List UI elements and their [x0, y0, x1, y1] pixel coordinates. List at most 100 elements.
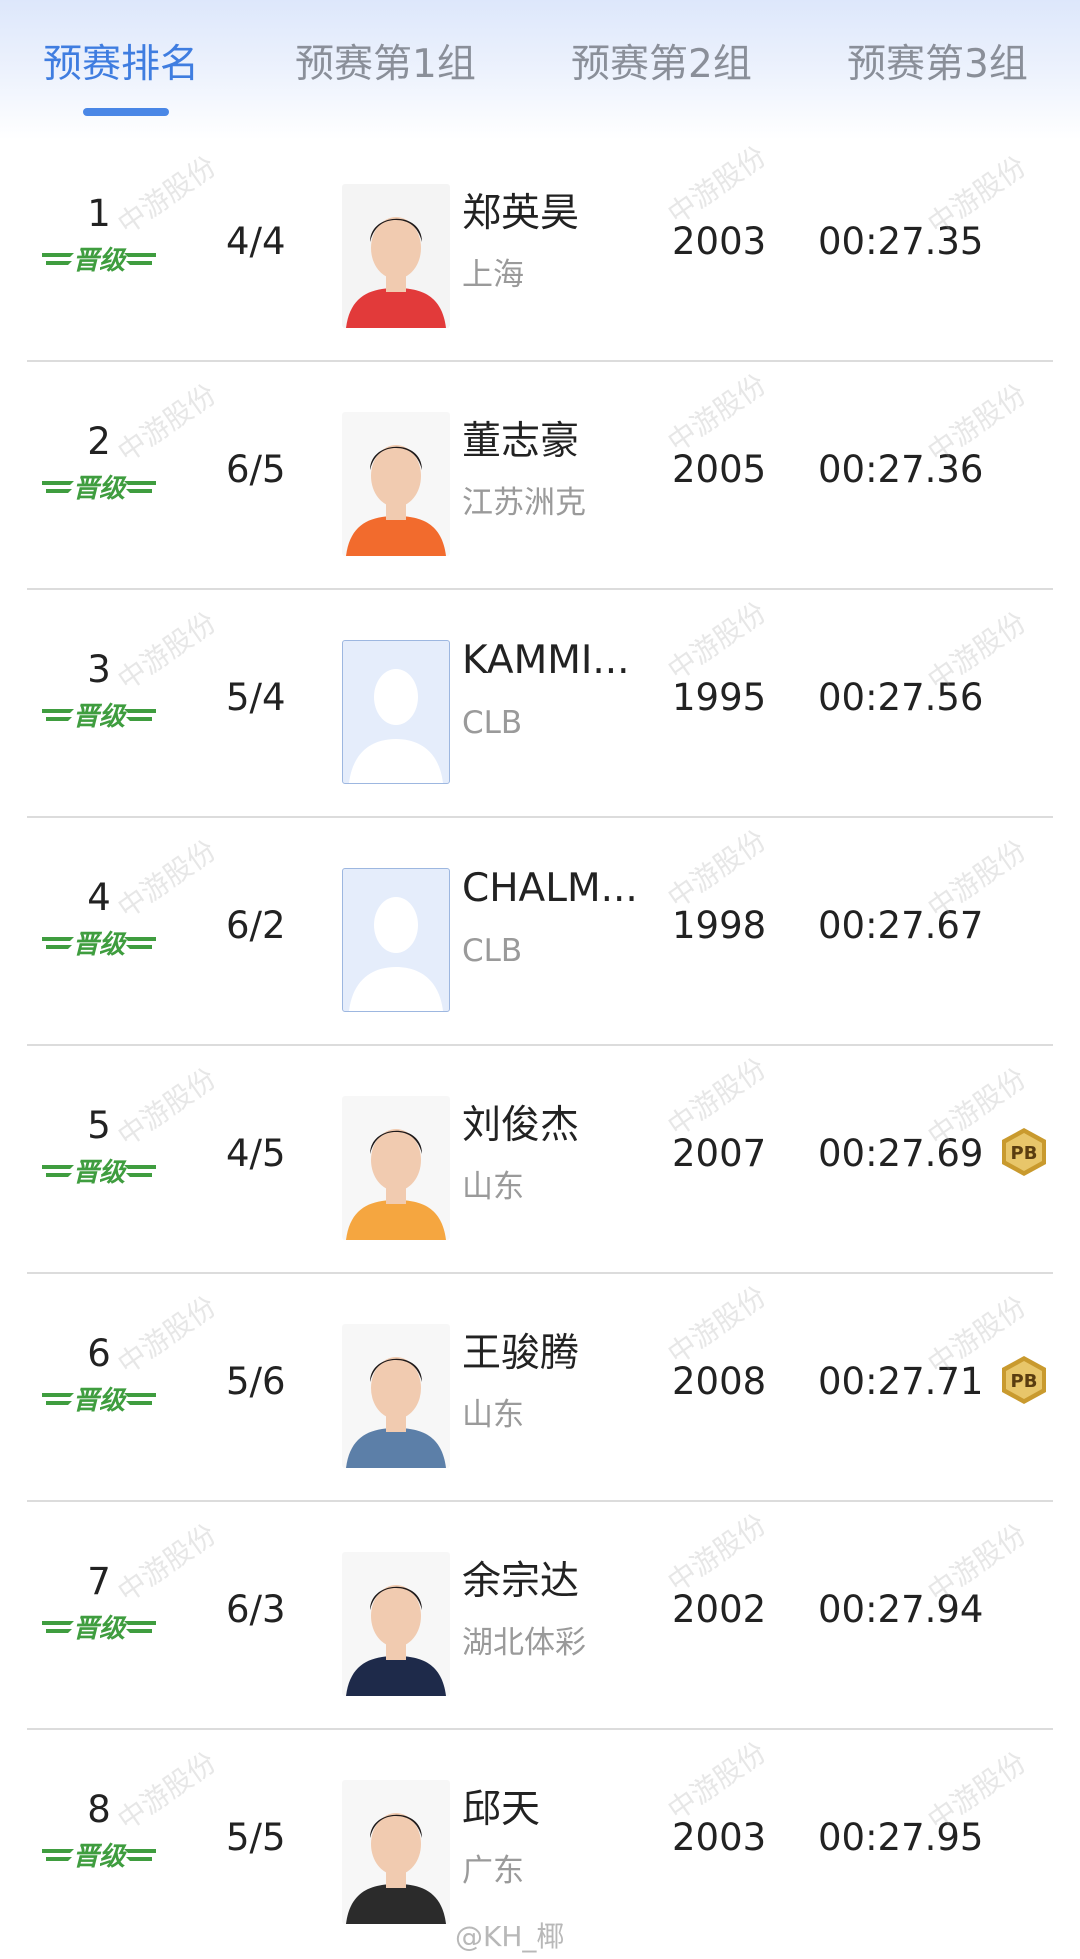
- race-time: 00:27.95: [818, 1816, 984, 1859]
- rank-number: 1: [87, 192, 111, 235]
- result-row[interactable]: 1 晋级 4/4 郑英昊 上海 2003 00:27.35 中游股份 中游股份 …: [0, 134, 1080, 362]
- watermark: 中游股份: [661, 367, 773, 459]
- athlete-name[interactable]: KAMMI...: [462, 638, 640, 683]
- athlete-team: 山东: [462, 1169, 524, 1205]
- result-row[interactable]: 2 晋级 6/5 董志豪 江苏洲克 2005 00:27.36 中游股份 中游股…: [0, 362, 1080, 590]
- qualified-label: 晋级: [73, 246, 127, 276]
- race-time: 00:27.71: [818, 1360, 984, 1403]
- rank-number: 3: [87, 648, 111, 691]
- birth-year: 2003: [672, 1816, 767, 1859]
- watermark: 中游股份: [661, 1279, 773, 1371]
- active-tab-indicator: [83, 108, 169, 116]
- athlete-photo[interactable]: [342, 1780, 450, 1924]
- qualified-badge: 晋级: [40, 695, 158, 735]
- qualified-label: 晋级: [73, 930, 127, 960]
- rank-number: 7: [87, 1560, 111, 1603]
- qualified-badge: 晋级: [40, 1607, 158, 1647]
- athlete-photo[interactable]: [342, 412, 450, 556]
- rank-number: 6: [87, 1332, 111, 1375]
- heat-lane: 4/4: [226, 220, 286, 263]
- athlete-team: 江苏洲克: [462, 485, 586, 521]
- athlete-team: 广东: [462, 1853, 524, 1889]
- rank-number: 8: [87, 1788, 111, 1831]
- athlete-photo[interactable]: [342, 1552, 450, 1696]
- birth-year: 1998: [672, 904, 767, 947]
- heat-lane: 4/5: [226, 1132, 286, 1175]
- watermark: 中游股份: [661, 1507, 773, 1599]
- avatar-placeholder[interactable]: [342, 640, 450, 784]
- heat-lane: 6/5: [226, 448, 286, 491]
- tab-heats-ranking[interactable]: 预赛排名: [43, 40, 199, 90]
- athlete-team: CLB: [462, 933, 523, 969]
- qualified-label: 晋级: [73, 1386, 127, 1416]
- personal-best-badge: PB: [998, 1354, 1050, 1406]
- athlete-photo[interactable]: [342, 1324, 450, 1468]
- tab-bar: 预赛排名 预赛第1组 预赛第2组 预赛第3组: [0, 0, 1080, 140]
- watermark: 中游股份: [111, 149, 223, 241]
- heat-lane: 5/6: [226, 1360, 286, 1403]
- race-time: 00:27.67: [818, 904, 984, 947]
- birth-year: 2003: [672, 220, 767, 263]
- heat-lane: 5/4: [226, 676, 286, 719]
- qualified-badge: 晋级: [40, 923, 158, 963]
- birth-year: 2007: [672, 1132, 767, 1175]
- qualified-label: 晋级: [73, 1842, 127, 1872]
- result-row[interactable]: 6 晋级 5/6 王骏腾 山东 2008 00:27.71 PB 中游股份 中游…: [0, 1274, 1080, 1502]
- athlete-team: 湖北体彩: [462, 1625, 586, 1661]
- heat-lane: 6/3: [226, 1588, 286, 1631]
- svg-text:PB: PB: [1011, 1371, 1038, 1392]
- result-row[interactable]: 5 晋级 4/5 刘俊杰 山东 2007 00:27.69 PB 中游股份 中游…: [0, 1046, 1080, 1274]
- birth-year: 1995: [672, 676, 767, 719]
- race-time: 00:27.35: [818, 220, 984, 263]
- athlete-team: CLB: [462, 705, 523, 741]
- heat-lane: 5/5: [226, 1816, 286, 1859]
- watermark: 中游股份: [661, 1051, 773, 1143]
- athlete-name[interactable]: 余宗达: [462, 1550, 640, 1606]
- birth-year: 2008: [672, 1360, 767, 1403]
- athlete-name[interactable]: 王骏腾: [462, 1322, 640, 1378]
- tab-heat-2[interactable]: 预赛第2组: [571, 40, 752, 90]
- source-credit: @KH_椰: [455, 1920, 565, 1953]
- rank-number: 2: [87, 420, 111, 463]
- birth-year: 2002: [672, 1588, 767, 1631]
- avatar-placeholder[interactable]: [342, 868, 450, 1012]
- watermark: 中游股份: [111, 833, 223, 925]
- watermark: 中游股份: [661, 1735, 773, 1827]
- watermark: 中游股份: [661, 595, 773, 687]
- result-row[interactable]: 7 晋级 6/3 余宗达 湖北体彩 2002 00:27.94 中游股份 中游股…: [0, 1502, 1080, 1730]
- heat-lane: 6/2: [226, 904, 286, 947]
- athlete-photo[interactable]: [342, 184, 450, 328]
- athlete-name[interactable]: 董志豪: [462, 410, 640, 466]
- athlete-team: 山东: [462, 1397, 524, 1433]
- race-time: 00:27.36: [818, 448, 984, 491]
- qualified-badge: 晋级: [40, 467, 158, 507]
- athlete-photo[interactable]: [342, 1096, 450, 1240]
- athlete-name[interactable]: CHALM...: [462, 866, 640, 911]
- watermark: 中游股份: [661, 823, 773, 915]
- watermark: 中游股份: [111, 1745, 223, 1837]
- qualified-label: 晋级: [73, 1614, 127, 1644]
- race-time: 00:27.94: [818, 1588, 984, 1631]
- watermark: 中游股份: [111, 1289, 223, 1381]
- race-time: 00:27.56: [818, 676, 984, 719]
- athlete-team: 上海: [462, 257, 524, 293]
- athlete-name[interactable]: 郑英昊: [462, 182, 640, 238]
- watermark: 中游股份: [661, 139, 773, 231]
- result-row[interactable]: 3 晋级 5/4 KAMMI... CLB 1995 00:27.56 中游股份…: [0, 590, 1080, 818]
- athlete-name[interactable]: 邱天: [462, 1778, 640, 1834]
- qualified-badge: 晋级: [40, 1151, 158, 1191]
- qualified-label: 晋级: [73, 1158, 127, 1188]
- athlete-name[interactable]: 刘俊杰: [462, 1094, 640, 1150]
- qualified-badge: 晋级: [40, 1379, 158, 1419]
- watermark: 中游股份: [111, 377, 223, 469]
- watermark: 中游股份: [111, 1061, 223, 1153]
- rank-number: 4: [87, 876, 111, 919]
- tab-heat-1[interactable]: 预赛第1组: [295, 40, 476, 90]
- personal-best-badge: PB: [998, 1126, 1050, 1178]
- result-row[interactable]: 4 晋级 6/2 CHALM... CLB 1998 00:27.67 中游股份…: [0, 818, 1080, 1046]
- qualified-badge: 晋级: [40, 239, 158, 279]
- qualified-badge: 晋级: [40, 1835, 158, 1875]
- tab-heat-3[interactable]: 预赛第3组: [847, 40, 1028, 90]
- svg-text:PB: PB: [1011, 1143, 1038, 1164]
- race-time: 00:27.69: [818, 1132, 984, 1175]
